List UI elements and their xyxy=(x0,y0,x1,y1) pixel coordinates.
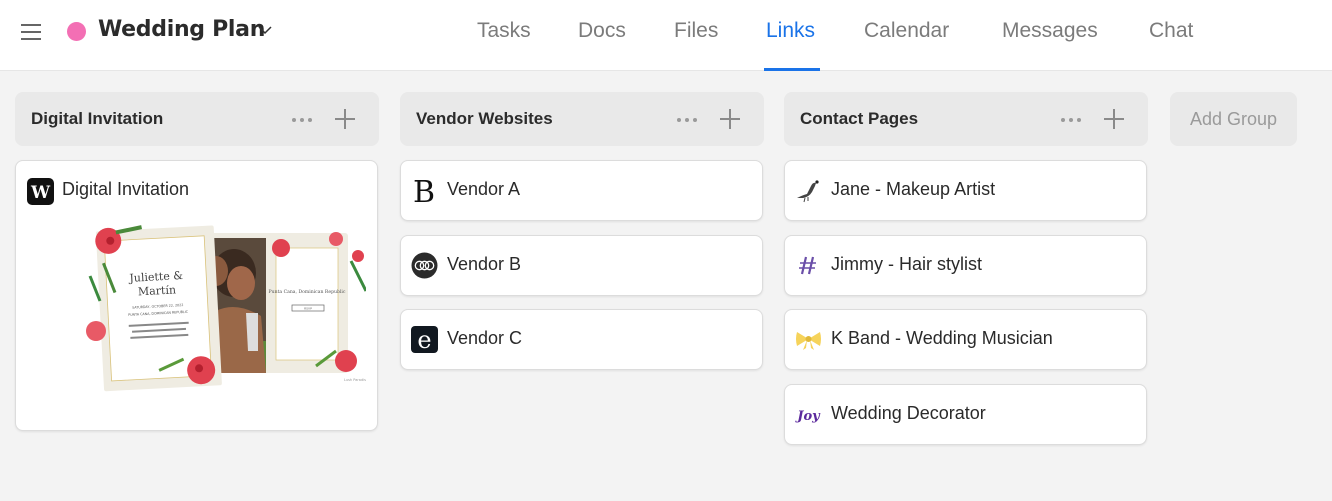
link-label: K Band - Wedding Musician xyxy=(831,328,1053,348)
joy-logo-icon: Joy xyxy=(795,409,821,424)
group-title: Digital Invitation xyxy=(31,109,164,128)
svg-text:W: W xyxy=(30,183,51,203)
svg-text:Joy: Joy xyxy=(795,409,821,424)
link-card-jimmy[interactable]: Jimmy - Hair stylist xyxy=(784,235,1147,296)
project-color-dot xyxy=(67,22,86,41)
svg-text:B: B xyxy=(413,177,435,204)
bird-logo-icon xyxy=(797,180,819,203)
link-card-wedding-decorator[interactable]: Joy Wedding Decorator xyxy=(784,384,1147,445)
tab-docs[interactable]: Docs xyxy=(578,19,626,43)
add-link-icon[interactable] xyxy=(334,108,356,130)
add-group-button[interactable]: Add Group xyxy=(1170,92,1297,146)
link-card-jane[interactable]: Jane - Makeup Artist xyxy=(784,160,1147,221)
svg-text:e: e xyxy=(417,326,431,353)
more-options-icon[interactable] xyxy=(676,109,700,129)
link-card-vendor-b[interactable]: Vendor B xyxy=(400,235,763,296)
e-logo-icon: e xyxy=(411,326,438,353)
preview-credit: Lush Paradise xyxy=(344,378,366,382)
link-card-vendor-a[interactable]: B Vendor A xyxy=(400,160,763,221)
group-title: Vendor Websites xyxy=(416,109,553,128)
group-header-digital-invitation: Digital Invitation xyxy=(15,92,379,146)
invitation-preview-image: Punta Cana, Dominican Republic RSVP Juli… xyxy=(86,225,366,392)
active-tab-indicator xyxy=(764,68,820,71)
hamburger-icon[interactable] xyxy=(21,24,41,40)
chevron-down-icon[interactable] xyxy=(258,24,272,36)
link-label: Vendor C xyxy=(447,328,523,348)
link-card-digital-invitation[interactable]: W Digital Invitation Punta Cana, Dominic… xyxy=(15,160,378,431)
link-card-k-band[interactable]: K Band - Wedding Musician xyxy=(784,309,1147,370)
link-label: Vendor B xyxy=(447,254,522,274)
link-label: Vendor A xyxy=(447,179,521,199)
more-options-icon[interactable] xyxy=(291,109,315,129)
group-header-vendor-websites: Vendor Websites xyxy=(400,92,764,146)
link-label: Digital Invitation xyxy=(62,179,190,199)
add-link-icon[interactable] xyxy=(1103,108,1125,130)
tab-calendar[interactable]: Calendar xyxy=(864,19,949,43)
link-label: Wedding Decorator xyxy=(831,403,986,423)
link-card-vendor-c[interactable]: e Vendor C xyxy=(400,309,763,370)
tab-chat[interactable]: Chat xyxy=(1149,19,1193,43)
project-title[interactable]: Wedding Plan xyxy=(98,17,265,42)
bow-logo-icon xyxy=(796,332,821,350)
tab-files[interactable]: Files xyxy=(674,19,718,43)
w-logo-icon: W xyxy=(27,178,54,205)
tab-links[interactable]: Links xyxy=(766,19,815,43)
tab-messages[interactable]: Messages xyxy=(1002,19,1098,43)
link-label: Jimmy - Hair stylist xyxy=(831,254,982,274)
preview-location: Punta Cana, Dominican Republic xyxy=(269,289,346,295)
preview-rsvp: RSVP xyxy=(304,307,312,311)
hash-logo-icon xyxy=(799,256,816,275)
rings-logo-icon xyxy=(411,252,438,279)
group-title: Contact Pages xyxy=(800,109,919,128)
more-options-icon[interactable] xyxy=(1060,109,1084,129)
group-header-contact-pages: Contact Pages xyxy=(784,92,1148,146)
tab-tasks[interactable]: Tasks xyxy=(477,19,531,43)
preview-names-line2: Martín xyxy=(138,283,177,298)
add-link-icon[interactable] xyxy=(719,108,741,130)
top-bar: Wedding Plan Tasks Docs Files Links Cale… xyxy=(0,0,1332,71)
serif-b-logo-icon: B xyxy=(413,177,435,204)
link-label: Jane - Makeup Artist xyxy=(831,179,996,199)
